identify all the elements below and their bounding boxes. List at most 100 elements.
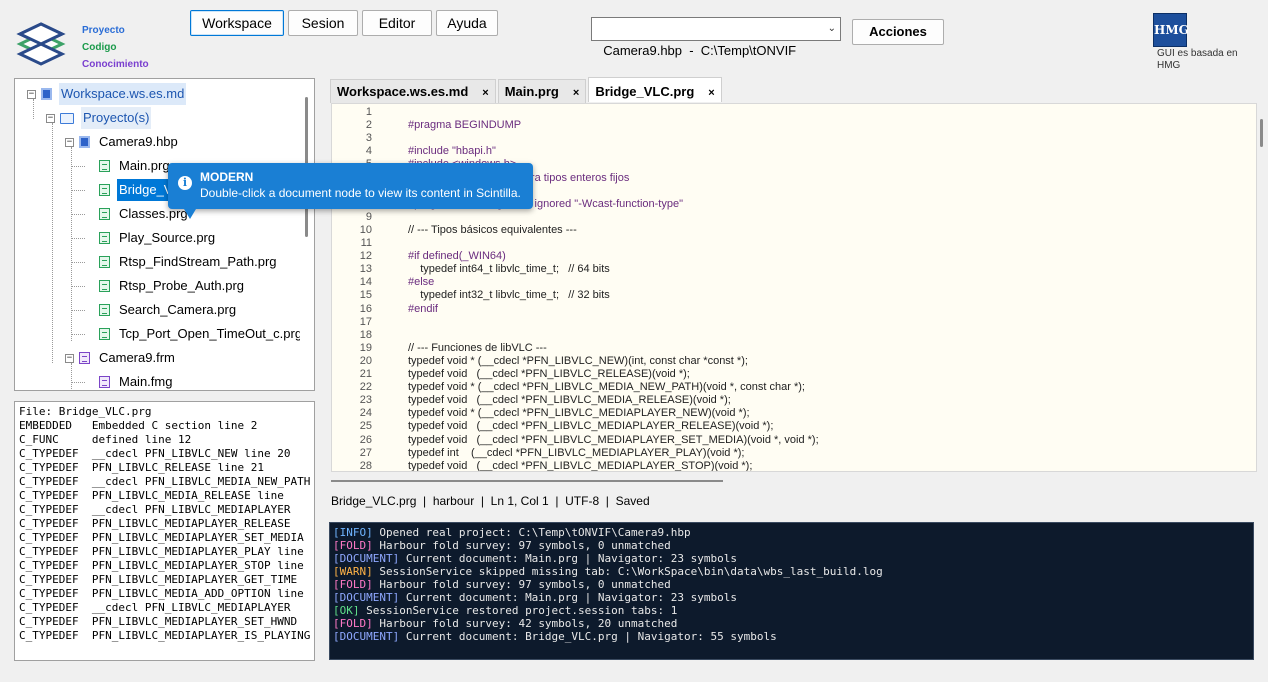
window-bottom-edge: [0, 665, 1268, 682]
close-icon[interactable]: ×: [573, 87, 579, 99]
log-line: [OK] SessionService restored project.ses…: [333, 604, 1250, 617]
tree-node-play-source-prg[interactable]: Play_Source.prg: [99, 227, 217, 249]
output-log[interactable]: [INFO] Opened real project: C:\Temp\tONV…: [329, 522, 1254, 660]
symbol-line[interactable]: C_TYPEDEF PFN_LIBVLC_MEDIAPLAYER_IS_PLAY…: [19, 629, 310, 643]
log-text: Current document: Main.prg | Navigator: …: [399, 552, 737, 565]
acciones-button[interactable]: Acciones: [852, 19, 944, 45]
tree-node-search-camera-prg[interactable]: Search_Camera.prg: [99, 299, 238, 321]
symbol-line[interactable]: C_TYPEDEF PFN_LIBVLC_MEDIAPLAYER_SET_HWN…: [19, 615, 310, 629]
tab-main-prg[interactable]: Main.prg ×: [497, 79, 587, 103]
line-number: 11: [360, 237, 372, 249]
log-line: [DOCUMENT] Current document: Bridge_VLC.…: [333, 630, 1250, 643]
symbol-line[interactable]: C_TYPEDEF PFN_LIBVLC_MEDIAPLAYER_GET_TIM…: [19, 573, 310, 587]
tooltip-text: Double-click a document node to view its…: [200, 186, 521, 200]
log-line: [DOCUMENT] Current document: Main.prg | …: [333, 591, 1250, 604]
tab-workspace-md[interactable]: Workspace.ws.es.md ×: [330, 79, 496, 103]
log-tag: [FOLD]: [333, 617, 373, 630]
code-text: typedef void * (__cdecl *PFN_LIBVLC_MEDI…: [408, 407, 750, 420]
line-number: 25: [359, 420, 372, 433]
log-tag: [WARN]: [333, 565, 373, 578]
code-text: #if defined(_WIN64): [408, 250, 506, 263]
menu-workspace-button[interactable]: Workspace: [190, 10, 284, 36]
code-editor[interactable]: 12#pragma BEGINDUMP34#include "hbapi.h"5…: [331, 103, 1257, 472]
symbol-line[interactable]: EMBEDDED Embedded C section line 2: [19, 419, 310, 433]
hmg-logo-icon: HMG: [1153, 13, 1189, 47]
tree-node-tcp-port-prg[interactable]: Tcp_Port_Open_TimeOut_c.prg: [99, 323, 304, 345]
tree-node-main-prg[interactable]: Main.prg: [99, 155, 172, 177]
chevron-down-icon: ⌄: [827, 23, 836, 34]
symbol-line[interactable]: C_TYPEDEF __cdecl PFN_LIBVLC_MEDIA_NEW_P…: [19, 475, 310, 489]
project-select[interactable]: Camera9.hbp - C:\Temp\tONVIF ⌄: [591, 17, 841, 58]
code-text: typedef void (__cdecl *PFN_LIBVLC_MEDIA_…: [408, 394, 731, 407]
prg-file-icon: [99, 208, 110, 220]
code-text: #include "hbapi.h": [408, 145, 496, 158]
line-number: 19: [359, 341, 372, 354]
menu-ayuda-button[interactable]: Ayuda: [436, 10, 498, 36]
workspace-icon: [41, 88, 52, 100]
symbol-line[interactable]: File: Bridge_VLC.prg: [19, 405, 310, 419]
log-tag: [DOCUMENT]: [333, 591, 400, 604]
line-number: 3: [365, 132, 372, 145]
close-icon[interactable]: ×: [708, 87, 714, 99]
code-text: typedef int32_t libvlc_time_t; // 32 bit…: [408, 289, 610, 302]
tree-node-main-fmg[interactable]: Main.fmg: [99, 371, 174, 390]
tree-node-label: Main.prg: [119, 158, 170, 173]
log-text: Opened real project: C:\Temp\tONVIF\Came…: [372, 526, 691, 539]
editor-tabs: Workspace.ws.es.md × Main.prg × Bridge_VLC…: [330, 77, 724, 103]
tree-scrollbar[interactable]: [300, 79, 314, 390]
tree-node-rtsp-findstream-prg[interactable]: Rtsp_FindStream_Path.prg: [99, 251, 279, 273]
tooltip-title: MODERN: [200, 170, 254, 184]
symbol-line[interactable]: C_FUNC defined line 12: [19, 433, 310, 447]
editor-vertical-scrollbar-thumb[interactable]: [1260, 119, 1263, 147]
symbol-line[interactable]: C_TYPEDEF PFN_LIBVLC_MEDIA_RELEASE line: [19, 489, 310, 503]
symbol-line[interactable]: C_TYPEDEF __cdecl PFN_LIBVLC_NEW line 20: [19, 447, 310, 461]
symbol-line[interactable]: C_TYPEDEF __cdecl PFN_LIBVLC_MEDIAPLAYER: [19, 503, 310, 517]
log-line: [INFO] Opened real project: C:\Temp\tONV…: [333, 526, 1250, 539]
project-tree[interactable]: − Workspace.ws.es.md − Proyecto(s) − Cam…: [14, 78, 315, 391]
tree-node-label: Play_Source.prg: [119, 230, 216, 245]
log-line: [WARN] SessionService skipped missing ta…: [333, 565, 1250, 578]
symbol-line[interactable]: C_TYPEDEF PFN_LIBVLC_MEDIAPLAYER_PLAY li…: [19, 545, 310, 559]
symbol-line[interactable]: C_TYPEDEF PFN_LIBVLC_MEDIA_ADD_OPTION li…: [19, 587, 310, 601]
code-text: #endif: [408, 302, 438, 315]
log-text: Harbour fold survey: 97 symbols, 0 unmat…: [372, 578, 671, 591]
collapse-icon[interactable]: −: [46, 113, 55, 123]
prg-file-icon: [99, 256, 110, 268]
line-number: 4: [365, 145, 372, 158]
prg-file-icon: [99, 280, 110, 292]
code-text: // --- Tipos básicos equivalentes ---: [408, 223, 577, 236]
tree-node-label: Camera9.hbp: [99, 134, 178, 149]
prg-file-icon: [99, 232, 110, 244]
line-number: 20: [359, 354, 372, 367]
close-icon[interactable]: ×: [482, 87, 488, 99]
symbol-line[interactable]: C_TYPEDEF __cdecl PFN_LIBVLC_MEDIAPLAYER: [19, 601, 310, 615]
editor-hscroll-thumb[interactable]: [331, 480, 723, 482]
tree-node-label: Search_Camera.prg: [119, 302, 237, 317]
tab-bridge-vlc-prg[interactable]: Bridge_VLC.prg ×: [588, 77, 722, 102]
tree-node-label: Camera9.frm: [99, 350, 175, 365]
tree-node-proyectos[interactable]: − Proyecto(s): [46, 107, 152, 129]
line-number: 16: [359, 302, 372, 315]
menu-editor-button[interactable]: Editor: [362, 10, 432, 36]
code-text: #pragma BEGINDUMP: [408, 119, 522, 132]
tree-node-workspace[interactable]: − Workspace.ws.es.md: [27, 83, 187, 105]
collapse-icon[interactable]: −: [27, 89, 36, 99]
log-tag: [DOCUMENT]: [333, 630, 400, 643]
tab-label: Bridge_VLC.prg: [595, 84, 695, 99]
symbol-line[interactable]: C_TYPEDEF PFN_LIBVLC_MEDIAPLAYER_STOP li…: [19, 559, 310, 573]
editor-horizontal-scrollbar[interactable]: [331, 478, 1257, 484]
tree-node-rtsp-probe-prg[interactable]: Rtsp_Probe_Auth.prg: [99, 275, 246, 297]
tree-node-camera9-frm[interactable]: − Camera9.frm: [65, 347, 177, 369]
code-text: typedef void * (__cdecl *PFN_LIBVLC_MEDI…: [408, 381, 805, 394]
symbol-line[interactable]: C_TYPEDEF PFN_LIBVLC_MEDIAPLAYER_RELEASE: [19, 517, 310, 531]
prg-file-icon: [99, 184, 110, 196]
collapse-icon[interactable]: −: [65, 353, 74, 363]
symbol-line[interactable]: C_TYPEDEF PFN_LIBVLC_RELEASE line 21: [19, 461, 310, 475]
menu-sesion-button[interactable]: Sesion: [288, 10, 358, 36]
folder-icon: [60, 112, 74, 124]
symbol-navigator[interactable]: File: Bridge_VLC.prg EMBEDDED Embedded C…: [14, 401, 315, 661]
log-text: Harbour fold survey: 97 symbols, 0 unmat…: [372, 539, 671, 552]
collapse-icon[interactable]: −: [65, 137, 74, 147]
symbol-line[interactable]: C_TYPEDEF PFN_LIBVLC_MEDIAPLAYER_SET_MED…: [19, 531, 310, 545]
tree-node-camera9-hbp[interactable]: − Camera9.hbp: [65, 131, 180, 153]
